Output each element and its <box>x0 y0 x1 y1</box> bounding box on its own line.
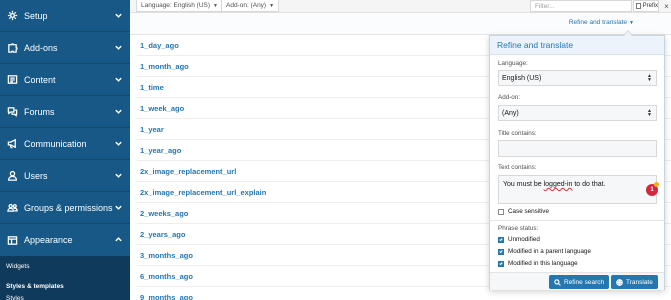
status-option-label: Modified in this language <box>508 260 578 267</box>
badge-dot <box>654 182 659 187</box>
filter-bar: Language: English (US) ▼ Add-on: (Any) ▼ F… <box>130 0 671 13</box>
sidebar-item-users[interactable]: Users <box>0 160 130 192</box>
status-unmodified-checkbox[interactable]: Unmodified <box>498 235 540 244</box>
checkbox-icon <box>498 208 504 215</box>
sidebar-item-forums[interactable]: Forums <box>0 96 130 128</box>
sidebar-item-label: Users <box>24 170 48 181</box>
sidebar-item-label: Forums <box>24 106 55 117</box>
translate-button[interactable]: Translate <box>611 275 658 289</box>
caret-down-icon: ▼ <box>629 19 634 26</box>
list-toolbar: Refine and translate ▼ <box>130 13 671 35</box>
chevron-down-icon <box>114 203 123 212</box>
addon-select[interactable]: (Any) ▲ ▼ <box>498 105 657 121</box>
chevron-up-icon <box>114 235 123 244</box>
prefix-checkbox[interactable]: Prefix <box>633 0 659 12</box>
language-filter-button[interactable]: Language: English (US) ▼ <box>136 0 223 12</box>
gear-icon <box>6 10 18 22</box>
language-field-label: Language: <box>498 60 528 67</box>
chevron-down-icon <box>114 107 123 116</box>
forums-icon <box>6 106 18 118</box>
filter-input[interactable]: Filter... <box>530 0 632 12</box>
text-contains-after: to do that. <box>572 181 606 188</box>
select-arrows-icon: ▲ ▼ <box>647 108 652 118</box>
text-contains-label: Text contains: <box>498 164 537 171</box>
search-icon <box>554 278 561 286</box>
phrase-status-label: Phrase status: <box>498 225 539 232</box>
title-contains-label: Title contains: <box>498 130 537 137</box>
popup-arrow-inner <box>624 31 632 36</box>
language-select-value: English (US) <box>502 74 542 82</box>
chevron-down-icon <box>114 11 123 20</box>
checkbox-checked-icon <box>498 248 504 255</box>
prefix-label: Prefix <box>642 3 658 9</box>
user-icon <box>6 170 18 182</box>
title-contains-input[interactable] <box>498 140 657 157</box>
caret-down-icon: ▼ <box>269 2 275 9</box>
sidebar-item-content[interactable]: Content <box>0 64 130 96</box>
language-select[interactable]: English (US) ▲ ▼ <box>498 70 657 86</box>
sidebar-item-add-ons[interactable]: Add-ons <box>0 32 130 64</box>
sidebar-subitem-styles-templates[interactable]: Styles & templates <box>0 280 130 292</box>
misspelled-word: logged-in <box>543 181 573 188</box>
select-arrows-icon: ▲ ▼ <box>647 73 652 83</box>
sidebar-item-groups-permissions[interactable]: Groups & permissions <box>0 192 130 224</box>
text-contains-input[interactable]: You must be logged-in to do that. 1 <box>498 175 659 204</box>
refine-translate-label: Refine and translate <box>568 19 628 26</box>
popup-footer: Refine search Translate <box>490 272 664 290</box>
puzzle-icon <box>6 42 18 54</box>
status-option-label: Unmodified <box>508 236 540 243</box>
sidebar-subitem-styles[interactable]: Styles <box>0 292 130 300</box>
chevron-down-icon <box>114 43 123 52</box>
refine-translate-popup: Refine and translate Language: English (… <box>489 30 666 290</box>
close-icon[interactable]: × <box>662 0 671 12</box>
divider <box>490 220 666 221</box>
chevron-down-icon <box>114 171 123 180</box>
sidebar-item-label: Setup <box>24 10 48 21</box>
case-sensitive-label: Case sensitive <box>508 208 549 215</box>
sidebar-item-appearance[interactable]: Appearance <box>0 224 130 256</box>
status-modified-parent-checkbox[interactable]: Modified in a parent language <box>498 247 591 256</box>
sidebar-item-setup[interactable]: Setup <box>0 0 130 32</box>
sidebar-subnav: Widgets Styles & templates Styles <box>0 256 130 300</box>
addon-field-label: Add-on: <box>498 94 521 101</box>
checkbox-checked-icon <box>498 236 504 243</box>
megaphone-icon <box>6 138 18 150</box>
chevron-down-icon <box>114 75 123 84</box>
checkbox-checked-icon <box>498 260 504 267</box>
refine-search-label: Refine search <box>564 278 605 286</box>
addon-filter-label: Add-on: (Any) <box>226 2 267 9</box>
caret-down-icon: ▼ <box>213 2 218 9</box>
sidebar-nav: Setup Add-ons Content Forums Communicati… <box>0 0 130 300</box>
refine-translate-menu[interactable]: Refine and translate ▼ <box>569 19 634 26</box>
popup-title: Refine and translate <box>490 36 664 55</box>
content-icon <box>6 74 18 86</box>
checkbox-icon <box>636 3 641 9</box>
globe-icon <box>616 278 623 286</box>
sidebar-item-label: Communication <box>24 138 87 149</box>
addon-select-value: (Any) <box>502 109 519 117</box>
status-modified-this-checkbox[interactable]: Modified in this language <box>498 259 578 268</box>
chevron-down-icon <box>114 139 123 148</box>
sidebar-item-label: Appearance <box>24 235 73 245</box>
appearance-icon <box>6 234 18 246</box>
sidebar-item-communication[interactable]: Communication <box>0 128 130 160</box>
language-filter-label: Language: English (US) <box>141 2 211 9</box>
case-sensitive-checkbox[interactable]: Case sensitive <box>498 207 549 216</box>
sidebar-subitem-widgets[interactable]: Widgets <box>0 260 130 272</box>
sidebar-item-label: Groups & permissions <box>24 202 113 213</box>
addon-filter-button[interactable]: Add-on: (Any) ▼ <box>221 0 280 12</box>
text-contains-before: You must be <box>503 181 544 188</box>
sidebar-item-label: Content <box>24 74 56 85</box>
translate-label: Translate <box>626 278 653 286</box>
refine-search-button[interactable]: Refine search <box>549 275 610 289</box>
sidebar-item-label: Add-ons <box>24 42 58 53</box>
status-option-label: Modified in a parent language <box>508 248 591 255</box>
groups-icon <box>6 202 18 214</box>
